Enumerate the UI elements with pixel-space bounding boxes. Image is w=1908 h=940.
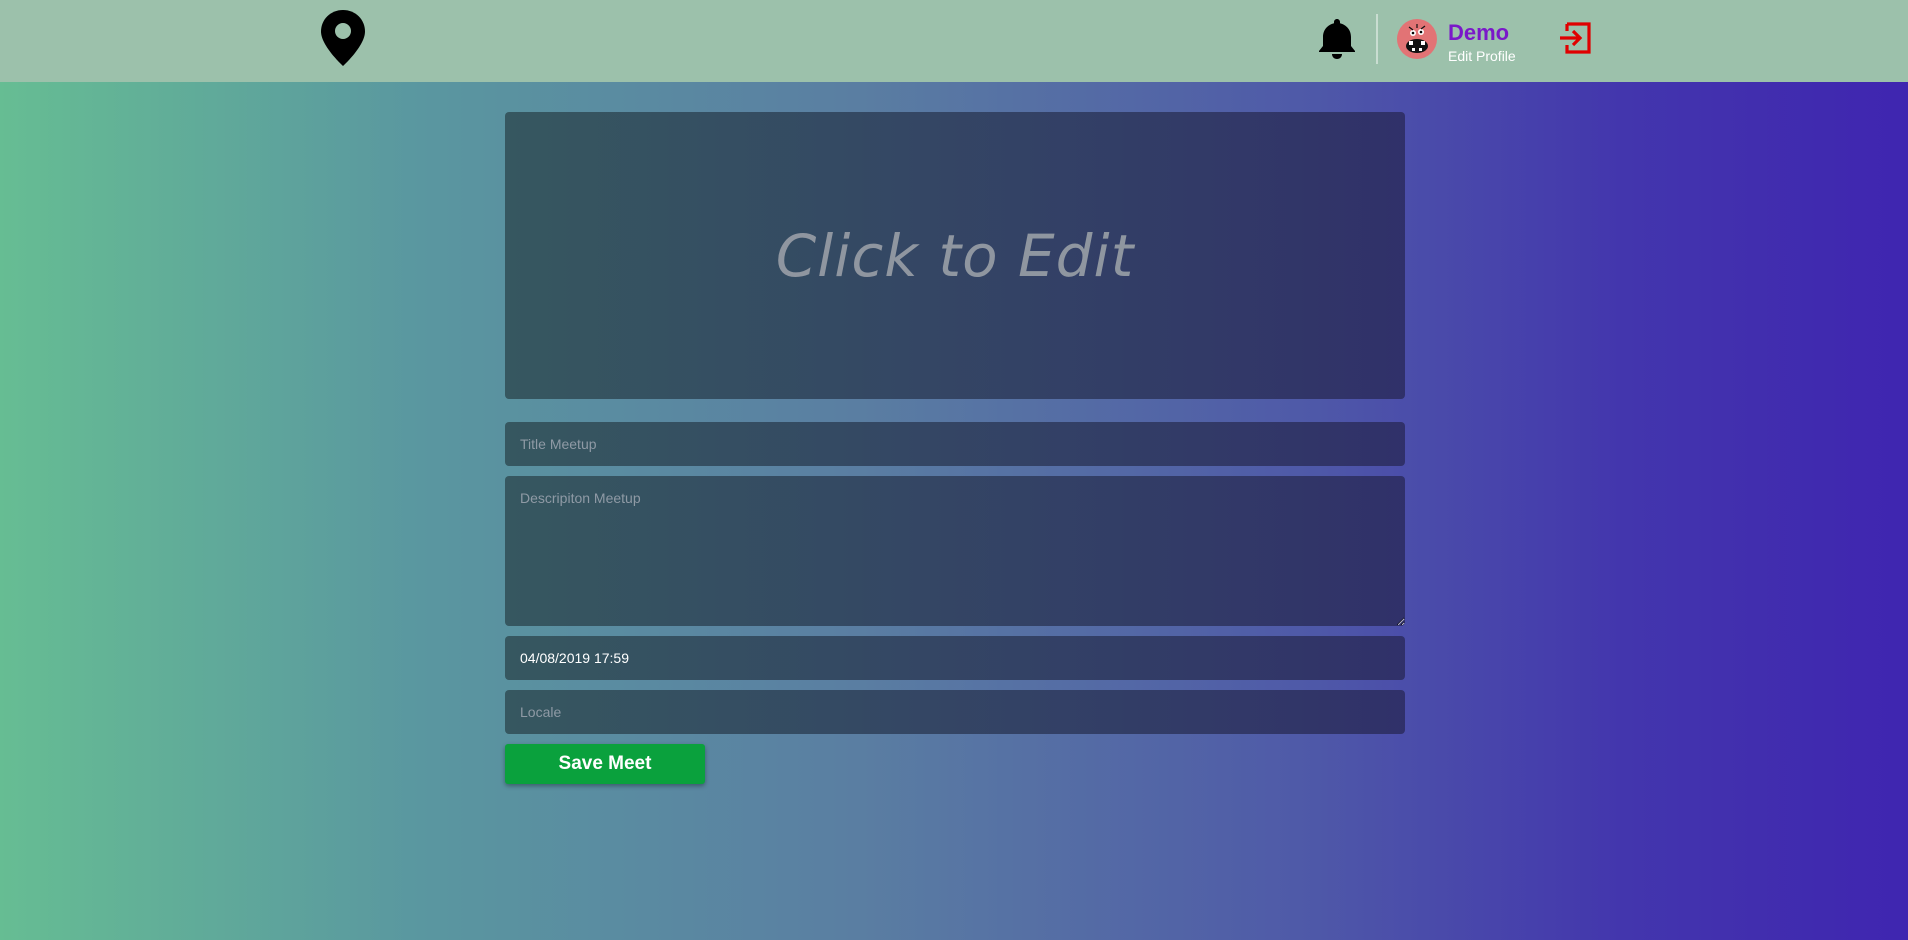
edit-profile-link[interactable]: Edit Profile bbox=[1448, 48, 1516, 64]
click-to-edit-label: Click to Edit bbox=[775, 221, 1135, 290]
logout-icon[interactable] bbox=[1558, 21, 1592, 55]
map-pin-icon[interactable] bbox=[320, 9, 366, 67]
top-navigation-bar: Demo Edit Profile bbox=[0, 0, 1908, 82]
user-name: Demo bbox=[1448, 20, 1510, 45]
locale-input[interactable] bbox=[505, 690, 1405, 734]
save-meet-button[interactable]: Save Meet bbox=[505, 744, 705, 784]
description-textarea[interactable] bbox=[505, 476, 1405, 626]
cover-image-editor[interactable]: Click to Edit bbox=[505, 112, 1405, 399]
avatar[interactable] bbox=[1397, 19, 1437, 59]
avatar-monster-icon bbox=[1406, 24, 1428, 53]
title-input[interactable] bbox=[505, 422, 1405, 466]
date-input[interactable] bbox=[505, 636, 1405, 680]
header-divider bbox=[1376, 14, 1378, 64]
bell-icon[interactable] bbox=[1316, 16, 1358, 60]
